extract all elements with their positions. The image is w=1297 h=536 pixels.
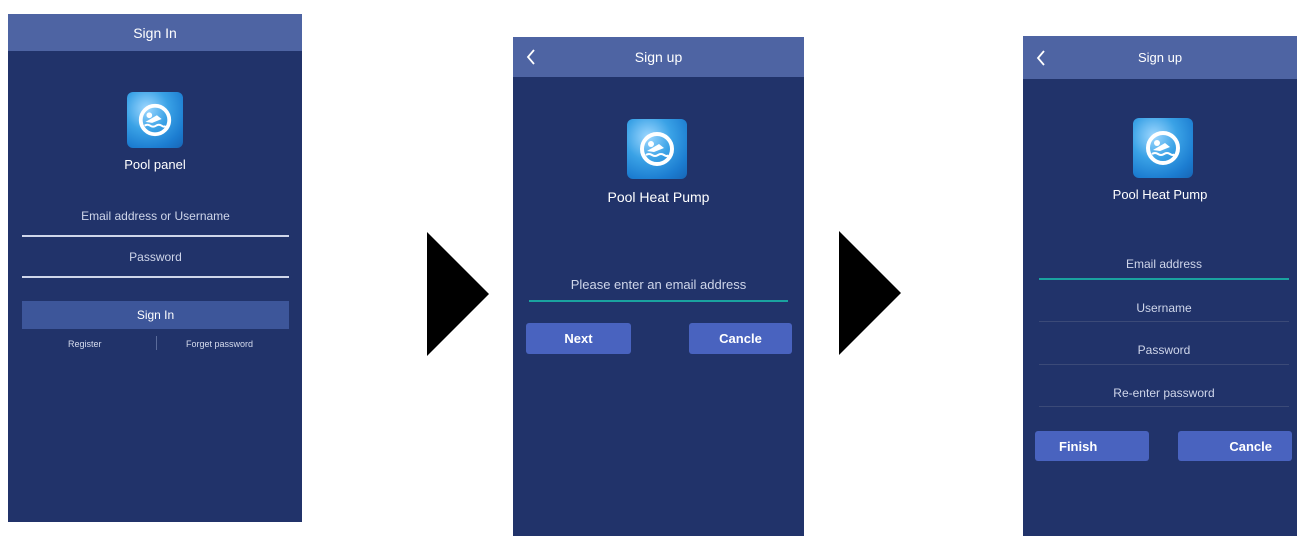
play-arrow-icon [427, 232, 489, 356]
page-title: Sign up [1137, 50, 1183, 65]
app-name: Pool panel [124, 157, 186, 172]
username-field[interactable]: Username [1039, 301, 1289, 315]
app-name: Pool Heat Pump [607, 189, 710, 205]
cancel-button[interactable]: Cancle [689, 323, 792, 354]
chevron-left-icon[interactable] [1033, 48, 1049, 68]
link-divider [156, 336, 157, 350]
password-field[interactable]: Password [22, 250, 289, 264]
reenter-password-underline [1039, 406, 1289, 407]
next-button-label: Next [564, 331, 593, 346]
sign-in-screen: Sign In Pool panel Email address or User… [8, 14, 302, 522]
email-underline [529, 300, 788, 302]
username-underline [1039, 321, 1289, 322]
email-field[interactable]: Please enter an email address [529, 277, 788, 292]
password-underline [22, 276, 289, 278]
app-name: Pool Heat Pump [1112, 187, 1208, 202]
pool-logo-icon [627, 119, 687, 179]
sign-up-details-screen: Sign up Pool Heat Pump Email address Use… [1023, 36, 1297, 536]
password-field[interactable]: Password [1039, 343, 1289, 357]
sign-up-header: Sign up [513, 37, 804, 77]
username-underline [22, 235, 289, 237]
cancel-button-label: Cancle [1229, 438, 1272, 454]
pool-logo-icon [127, 92, 183, 148]
forget-password-link[interactable]: Forget password [186, 339, 253, 349]
play-arrow-icon [839, 231, 901, 355]
email-underline [1039, 278, 1289, 280]
sign-up-header: Sign up [1023, 36, 1297, 79]
email-field[interactable]: Email address [1039, 257, 1289, 271]
sign-in-header: Sign In [8, 14, 302, 51]
username-field[interactable]: Email address or Username [22, 209, 289, 223]
finish-button[interactable]: Finish [1035, 431, 1149, 461]
register-link[interactable]: Register [68, 339, 102, 349]
page-title: Sign up [634, 49, 683, 65]
reenter-password-field[interactable]: Re-enter password [1039, 386, 1289, 400]
next-button[interactable]: Next [526, 323, 631, 354]
pool-logo-icon [1133, 118, 1193, 178]
sign-in-button[interactable]: Sign In [22, 301, 289, 329]
sign-in-button-label: Sign In [136, 308, 175, 322]
page-title: Sign In [133, 24, 177, 41]
cancel-button[interactable]: Cancle [1178, 431, 1292, 461]
sign-up-email-screen: Sign up Pool Heat Pump Please enter an e… [513, 37, 804, 536]
password-underline [1039, 364, 1289, 365]
finish-button-label: Finish [1059, 438, 1098, 454]
cancel-button-label: Cancle [719, 331, 762, 346]
chevron-left-icon[interactable] [523, 47, 539, 67]
